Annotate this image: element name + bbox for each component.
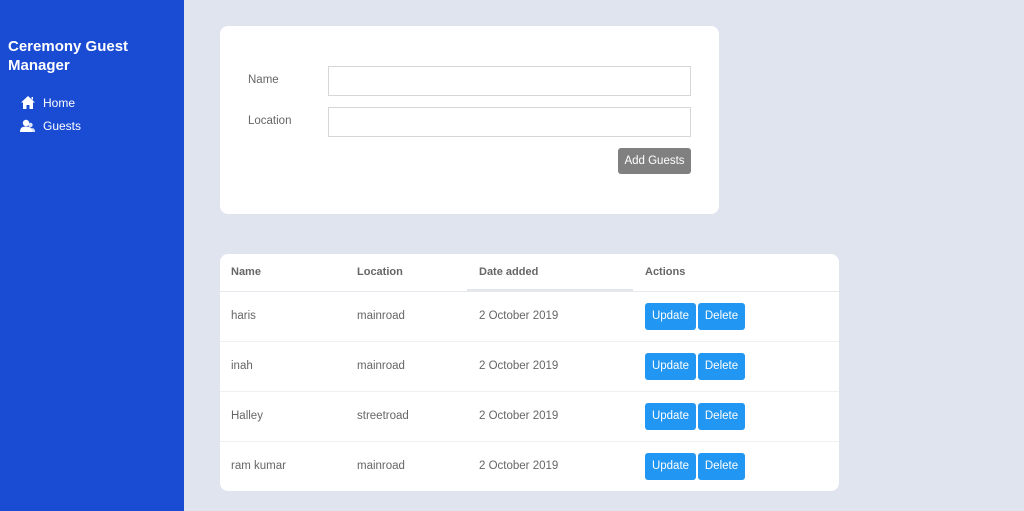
column-header-date-added[interactable]: Date added [467,254,645,292]
guest-actions: Update Delete [645,341,839,392]
guests-table: Name Location Date added Actions haris m… [220,254,839,491]
home-icon [20,96,35,110]
guest-name: Halley [220,391,357,442]
guest-location: mainroad [357,460,405,473]
guest-location: mainroad [357,291,479,342]
guest-date-added: 2 October 2019 [479,460,559,473]
name-label: Name [248,74,279,86]
guests-icon [20,119,35,133]
table-row: Halley streetroad 2 October 2019 Update D… [220,391,839,442]
guest-date-added: 2 October 2019 [479,391,645,442]
delete-button[interactable]: Delete [698,452,745,480]
guest-name: ram kumar [231,460,286,473]
delete-button[interactable]: Delete [698,352,745,380]
update-button[interactable]: Update [645,352,696,380]
guests-table-card: Name Location Date added Actions haris m… [220,254,839,491]
app-title: Ceremony Guest Manager [8,38,129,74]
column-header-location: Location [357,254,479,292]
update-button[interactable]: Update [645,402,696,430]
guest-location: mainroad [357,341,479,392]
table-row: inah mainroad 2 October 2019 Update Delet… [220,341,839,392]
sidebar-item-guests[interactable]: Guests [20,114,81,137]
guest-name: haris [220,291,357,342]
sidebar: Ceremony Guest Manager Home Guests [0,0,184,511]
guest-date-added: 2 October 2019 [479,291,645,342]
sidebar-nav: Home Guests [20,91,81,137]
sidebar-item-home[interactable]: Home [20,91,81,114]
guest-location: streetroad [357,391,479,442]
location-input[interactable] [328,107,691,137]
column-header-name: Name [220,254,357,292]
table-row: haris mainroad 2 October 2019 Update Dele… [220,291,839,342]
column-header-actions: Actions [645,254,839,292]
update-button[interactable]: Update [645,452,696,480]
guest-actions: Update Delete [645,291,839,342]
name-input[interactable] [328,66,691,96]
guest-name: inah [220,341,357,392]
add-guests-button[interactable]: Add Guests [618,148,691,174]
table-row: ram kumar mainroad 2 October 2019 Update… [220,441,839,491]
add-guest-form: Name Location Add Guests [220,26,719,214]
table-header-row: Name Location Date added Actions [220,254,839,292]
delete-button[interactable]: Delete [698,302,745,330]
guest-actions: Update Delete [645,441,839,491]
location-label: Location [248,115,292,127]
sidebar-item-label: Home [43,95,76,110]
guest-actions: Update Delete [645,391,839,442]
guest-date-added: 2 October 2019 [479,341,645,392]
update-button[interactable]: Update [645,302,696,330]
delete-button[interactable]: Delete [698,402,745,430]
sidebar-item-label: Guests [43,118,82,133]
